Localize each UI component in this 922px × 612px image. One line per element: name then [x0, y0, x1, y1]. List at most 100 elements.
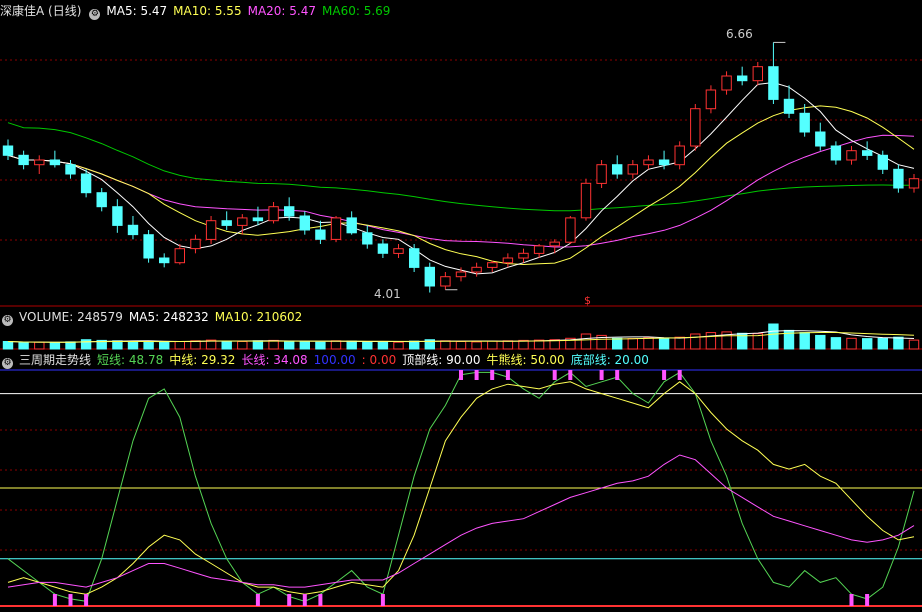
volume-bar	[377, 341, 389, 350]
bottom-signal-mark	[84, 594, 89, 606]
volume-bar	[49, 342, 61, 350]
low-price-label: 4.01	[374, 287, 401, 301]
candle-body	[49, 159, 61, 166]
settings-icon[interactable]: ⚙	[89, 9, 101, 20]
candle-body	[424, 266, 436, 287]
bottom-signal-mark	[380, 594, 385, 606]
indicator-line	[7, 454, 915, 588]
candle-body	[908, 178, 920, 189]
candle-body	[221, 220, 232, 226]
candle-body	[487, 262, 498, 268]
ma60-label: MA60: 5.69	[322, 4, 391, 18]
volume-bar	[393, 341, 404, 350]
volume-bar	[518, 339, 529, 350]
candle-body	[783, 98, 795, 114]
price-header: 深康佳A (日线) ⚙ MA5: 5.47 MA10: 5.55 MA20: 5.47 M…	[0, 3, 396, 20]
indicator-header: ⚙ 三周期走势线 短线: 48.78 中线: 29.32 长线: 34.08 100.00…	[0, 352, 655, 369]
volume-bar	[159, 341, 170, 350]
candle-body	[627, 164, 638, 175]
candle-body	[846, 150, 857, 161]
candle-body	[65, 164, 76, 175]
vol-ma10-label: MA10: 210602	[214, 310, 303, 324]
top-signal-mark	[474, 370, 479, 380]
top-signal-mark	[662, 370, 667, 380]
candle-body	[596, 164, 607, 184]
candle-body	[252, 217, 264, 222]
volume-bar	[237, 341, 248, 350]
volume-bar	[690, 333, 701, 350]
vol-ma5-label: MA5: 248232	[128, 310, 209, 324]
short-label: 短线: 48.78	[97, 353, 164, 367]
candle-body	[705, 89, 717, 110]
candle-body	[502, 257, 514, 264]
volume-bar	[846, 337, 857, 350]
mid-label: 中线: 29.32	[169, 353, 236, 367]
volume-bar	[362, 341, 373, 350]
candle-body	[393, 248, 404, 254]
candle-body	[174, 248, 186, 264]
volume-bar	[580, 333, 592, 350]
volume-bar	[440, 340, 451, 350]
volume-bar	[705, 332, 717, 350]
volume-bar	[268, 339, 279, 350]
bottom-signal-mark	[302, 594, 307, 606]
volume-bar	[284, 340, 295, 350]
volume-settings-icon[interactable]: ⚙	[2, 315, 13, 326]
volume-bar	[893, 336, 904, 350]
volume-bar	[221, 340, 232, 350]
candle-body	[862, 150, 873, 156]
top-signal-mark	[568, 370, 573, 380]
volume-bar	[830, 337, 842, 350]
volume-bar	[299, 341, 311, 350]
volume-bar	[487, 340, 498, 350]
volume-bar	[643, 337, 654, 350]
candle-body	[455, 271, 467, 278]
top-signal-mark	[599, 370, 604, 380]
candle-body	[237, 217, 248, 226]
indicator-settings-icon[interactable]: ⚙	[2, 358, 13, 369]
candle-body	[34, 159, 45, 166]
candle-body	[18, 154, 29, 166]
bottom-signal-mark	[52, 594, 57, 606]
volume-bar	[674, 336, 685, 350]
top-signal-mark	[615, 370, 620, 380]
volume-bar	[815, 334, 826, 350]
volume-bar	[409, 340, 420, 350]
candle-body	[549, 241, 560, 247]
candle-body	[362, 232, 373, 245]
v0-label: : 0.00	[361, 353, 397, 367]
volume-bar	[346, 340, 357, 350]
top-signal-mark	[490, 370, 495, 380]
volume-bar	[65, 341, 76, 350]
indicator-line	[7, 371, 915, 602]
candle-body	[284, 206, 295, 217]
stock-title: 深康佳A (日线)	[0, 4, 82, 18]
candle-body	[299, 215, 311, 231]
volume-bar	[80, 339, 92, 350]
candle-body	[643, 159, 654, 166]
volume-bar	[877, 337, 888, 350]
volume-bar	[612, 337, 623, 350]
volume-bar	[862, 338, 873, 350]
candle-body	[471, 266, 482, 273]
candle-body	[377, 243, 389, 254]
candle-body	[268, 206, 279, 222]
candle-body	[658, 159, 670, 166]
bottom-signal-mark	[318, 594, 323, 606]
candle-body	[409, 248, 420, 268]
volume-bar	[455, 341, 467, 350]
volume-header: ⚙ VOLUME: 248579 MA5: 248232 MA10: 210602	[0, 309, 308, 326]
candle-body	[533, 245, 545, 254]
bottom-signal-mark	[255, 594, 260, 606]
volume-bar	[252, 340, 264, 350]
candle-body	[159, 257, 170, 264]
candle-body	[752, 66, 763, 82]
bottom-signal-mark	[849, 594, 854, 606]
volume-bar	[658, 337, 670, 350]
volume-bar	[471, 341, 482, 350]
volume-bar	[34, 341, 45, 350]
v100-label: 100.00	[313, 353, 356, 367]
candle-body	[799, 112, 810, 133]
candle-body	[127, 224, 139, 236]
candle-body	[205, 220, 217, 240]
